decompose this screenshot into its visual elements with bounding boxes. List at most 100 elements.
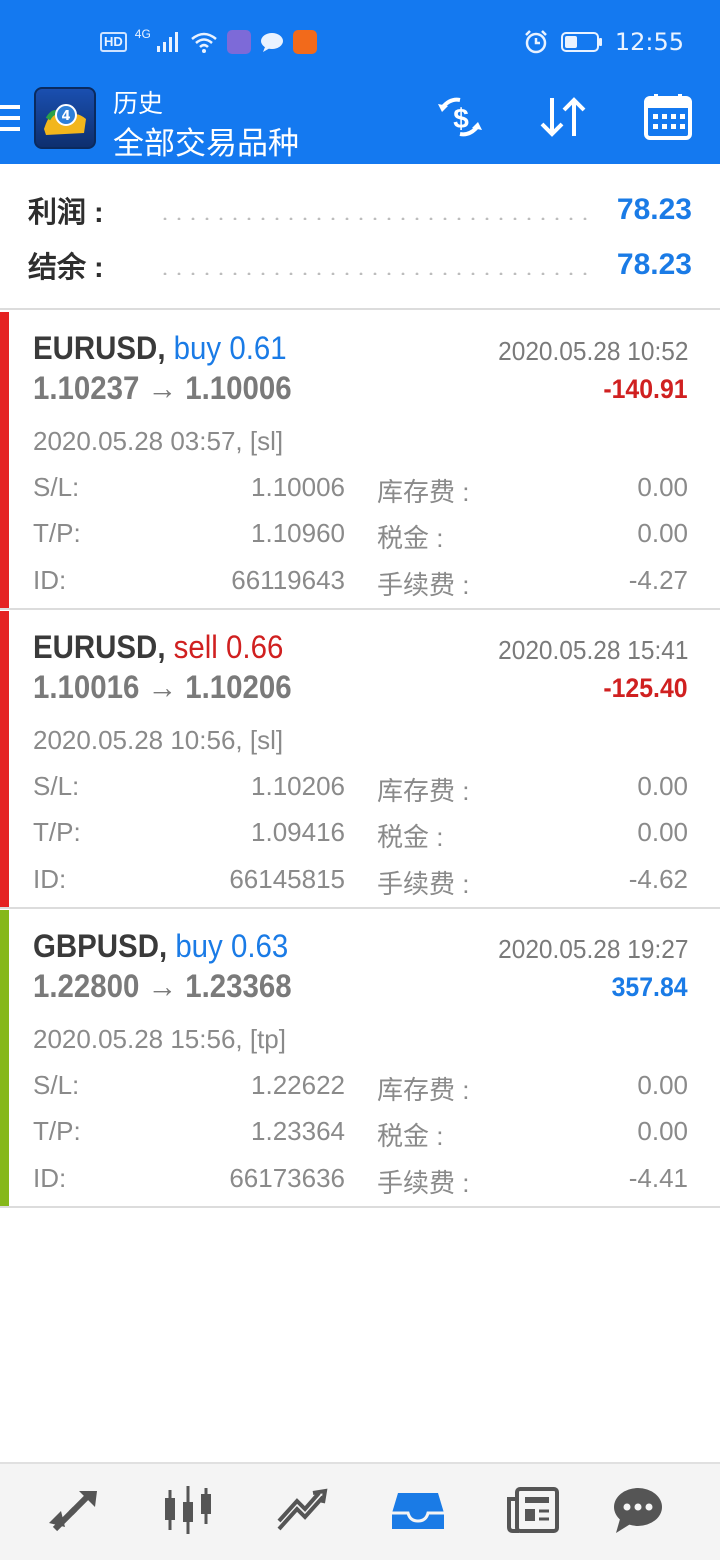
swap-label: 库存费 : xyxy=(377,776,470,806)
nav-history[interactable] xyxy=(383,1478,453,1542)
tax-value: 0.00 xyxy=(637,817,688,847)
trade-prices: 1.10016 → 1.10206 xyxy=(33,669,292,705)
app-bar: 4 历史 全部交易品种 $ xyxy=(0,82,720,164)
signal-icon xyxy=(156,32,178,52)
trade-detail-row: ID: 66119643 手续费 : -4.27 xyxy=(33,561,688,601)
clock: 12:55 xyxy=(614,28,684,56)
quotes-icon xyxy=(49,1490,97,1532)
chat-icon xyxy=(614,1488,662,1533)
swap-value: 0.00 xyxy=(637,472,688,502)
trade-direction-bar xyxy=(0,312,9,608)
sl-label: S/L: xyxy=(33,771,80,801)
profit-label: 利润 : xyxy=(28,197,104,229)
id-value: 66173636 xyxy=(229,1163,345,1193)
tax-label: 税金 : xyxy=(377,822,444,852)
trade-direction: buy 0.63 xyxy=(175,928,289,964)
commission-label: 手续费 : xyxy=(377,869,470,899)
swap-value: 0.00 xyxy=(637,1070,688,1100)
trade-detail-row: T/P: 1.23364 税金 : 0.00 xyxy=(33,1112,688,1152)
commission-value: -4.62 xyxy=(628,864,688,894)
bottom-navigation xyxy=(0,1462,720,1560)
sl-value: 1.22622 xyxy=(251,1070,345,1100)
trade-item[interactable]: EURUSD, buy 0.61 1.10237 → 1.10006 2020.… xyxy=(0,312,720,610)
message-icon xyxy=(260,33,283,52)
trade-close-time: 2020.05.28 15:41 xyxy=(497,635,688,665)
sl-label: S/L: xyxy=(33,1070,80,1100)
calendar-icon[interactable] xyxy=(638,92,698,142)
news-icon xyxy=(507,1487,559,1533)
app-notification-icon-2 xyxy=(292,30,317,54)
trade-direction-bar xyxy=(0,910,9,1206)
trade-item[interactable]: GBPUSD, buy 0.63 1.22800 → 1.23368 2020.… xyxy=(0,910,720,1208)
commission-value: -4.41 xyxy=(628,1163,688,1193)
tax-value: 0.00 xyxy=(637,518,688,548)
tax-label: 税金 : xyxy=(377,1121,444,1151)
trade-symbol: EURUSD, xyxy=(33,330,166,366)
tp-label: T/P: xyxy=(33,518,81,548)
trade-icon xyxy=(277,1488,328,1531)
trade-direction: sell 0.66 xyxy=(173,629,284,665)
trade-prices: 1.10237 → 1.10006 xyxy=(33,370,292,406)
nav-trade[interactable] xyxy=(266,1478,336,1542)
trade-open-time: 2020.05.28 10:56, [sl] xyxy=(33,725,284,755)
trade-open-time: 2020.05.28 15:56, [tp] xyxy=(33,1024,286,1054)
sl-value: 1.10006 xyxy=(251,472,345,502)
commission-label: 手续费 : xyxy=(377,1168,470,1198)
symbol-filter-title[interactable]: 全部交易品种 xyxy=(113,118,299,163)
section-title: 历史 xyxy=(113,90,164,118)
summary-panel: 利润 : 78.23 结余 : 78.23 xyxy=(0,164,720,310)
id-label: ID: xyxy=(33,864,67,894)
trade-symbol-line: EURUSD, sell 0.66 xyxy=(33,629,283,666)
commission-label: 手续费 : xyxy=(377,570,470,600)
alarm-icon xyxy=(524,30,547,54)
status-right: 12:55 xyxy=(523,28,684,56)
trade-detail-row: S/L: 1.10006 库存费 : 0.00 xyxy=(33,468,688,508)
balance-label: 结余 : xyxy=(28,252,104,284)
menu-icon[interactable] xyxy=(0,103,22,133)
sl-value: 1.10206 xyxy=(251,771,345,801)
trade-detail-row: S/L: 1.10206 库存费 : 0.00 xyxy=(33,767,688,807)
swap-label: 库存费 : xyxy=(377,477,470,507)
tp-value: 1.23364 xyxy=(251,1116,345,1146)
balance-value: 78.23 xyxy=(616,248,692,281)
svg-text:$: $ xyxy=(453,103,469,134)
trade-close-time: 2020.05.28 19:27 xyxy=(497,934,688,964)
tp-label: T/P: xyxy=(33,1116,81,1146)
trade-profit: -140.91 xyxy=(603,374,688,404)
trade-profit: -125.40 xyxy=(603,673,688,703)
swap-label: 库存费 : xyxy=(377,1075,470,1105)
nav-chat[interactable] xyxy=(603,1478,673,1542)
id-label: ID: xyxy=(33,565,67,595)
profit-value: 78.23 xyxy=(616,193,692,226)
trade-open-time: 2020.05.28 03:57, [sl] xyxy=(33,426,284,456)
tp-label: T/P: xyxy=(33,817,81,847)
tp-value: 1.10960 xyxy=(251,518,345,548)
trade-direction: buy 0.61 xyxy=(173,330,287,366)
network-type: 4G xyxy=(134,27,151,41)
profit-row: 利润 : 78.23 xyxy=(28,182,692,238)
id-value: 66119643 xyxy=(231,565,345,595)
trade-symbol-line: EURUSD, buy 0.61 xyxy=(33,330,287,367)
hd-badge: HD xyxy=(100,32,127,52)
nav-news[interactable] xyxy=(498,1478,568,1542)
nav-quotes[interactable] xyxy=(38,1478,108,1542)
status-left: HD 4G xyxy=(100,27,317,56)
svg-text:4: 4 xyxy=(61,109,70,124)
sort-icon[interactable] xyxy=(534,92,594,142)
trade-detail-row: T/P: 1.10960 税金 : 0.00 xyxy=(33,514,688,554)
trade-direction-bar xyxy=(0,611,9,907)
app-notification-icon xyxy=(226,30,251,54)
id-value: 66145815 xyxy=(229,864,345,894)
trade-item[interactable]: EURUSD, sell 0.66 1.10016 → 1.10206 2020… xyxy=(0,611,720,909)
tax-value: 0.00 xyxy=(637,1116,688,1146)
sl-label: S/L: xyxy=(33,472,80,502)
deposit-withdraw-icon[interactable]: $ xyxy=(430,92,490,142)
history-icon xyxy=(392,1493,444,1529)
tax-label: 税金 : xyxy=(377,523,444,553)
nav-chart[interactable] xyxy=(153,1478,223,1542)
trade-detail-row: T/P: 1.09416 税金 : 0.00 xyxy=(33,813,688,853)
chart-icon xyxy=(165,1486,211,1534)
trade-symbol: EURUSD, xyxy=(33,629,166,665)
id-label: ID: xyxy=(33,1163,67,1193)
dotted-leader xyxy=(158,216,595,220)
